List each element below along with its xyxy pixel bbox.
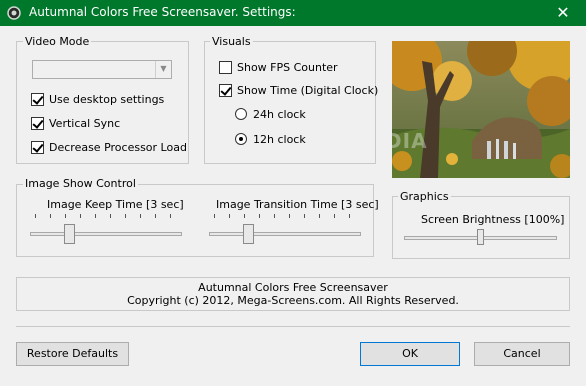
cancel-button[interactable]: Cancel <box>474 342 570 366</box>
use-desktop-settings-label[interactable]: Use desktop settings <box>49 93 164 106</box>
slider-tick <box>65 214 66 218</box>
slider-tick <box>349 214 350 218</box>
image-keep-time-slider[interactable] <box>30 214 182 244</box>
ok-button[interactable]: OK <box>360 342 460 366</box>
image-transition-time-slider[interactable] <box>209 214 361 244</box>
image-show-group-label: Image Show Control <box>23 177 138 190</box>
autumn-scene-picture <box>392 41 570 178</box>
slider-tick <box>35 214 36 218</box>
slider-tick <box>125 214 126 218</box>
slider-track <box>30 232 182 236</box>
slider-tick <box>304 214 305 218</box>
slider-tick <box>140 214 141 218</box>
slider-tick <box>229 214 230 218</box>
softpedia-watermark: SOFTPEDIA <box>392 129 428 153</box>
preview-image: SOFTPEDIA <box>392 41 570 178</box>
slider-thumb[interactable] <box>64 224 75 244</box>
clock-12h-radio[interactable] <box>235 133 247 145</box>
show-time-checkbox[interactable] <box>219 84 232 97</box>
screen-brightness-label: Screen Brightness [100%] <box>421 213 565 226</box>
clock-12h-label[interactable]: 12h clock <box>253 133 306 146</box>
close-icon[interactable]: ✕ <box>540 0 586 26</box>
clock-24h-radio[interactable] <box>235 108 247 120</box>
clock-24h-label[interactable]: 24h clock <box>253 108 306 121</box>
slider-tick <box>244 214 245 218</box>
about-copyright: Copyright (c) 2012, Mega-Screens.com. Al… <box>127 294 459 307</box>
decrease-processor-load-checkbox[interactable] <box>31 141 44 154</box>
show-fps-label[interactable]: Show FPS Counter <box>237 61 338 74</box>
restore-defaults-button[interactable]: Restore Defaults <box>16 342 129 366</box>
slider-tick <box>95 214 96 218</box>
window-title: Autumnal Colors Free Screensaver. Settin… <box>29 5 296 19</box>
video-mode-group-label: Video Mode <box>23 35 92 48</box>
slider-tick <box>110 214 111 218</box>
slider-tick <box>319 214 320 218</box>
slider-tick <box>50 214 51 218</box>
visuals-group-label: Visuals <box>210 35 253 48</box>
vertical-sync-label[interactable]: Vertical Sync <box>49 117 120 130</box>
image-transition-time-label: Image Transition Time [3 sec] <box>216 198 379 211</box>
title-bar: Autumnal Colors Free Screensaver. Settin… <box>0 0 586 26</box>
divider <box>16 326 570 327</box>
slider-thumb[interactable] <box>477 229 484 245</box>
screensaver-gear-icon <box>7 6 21 20</box>
slider-tick <box>170 214 171 218</box>
image-keep-time-label: Image Keep Time [3 sec] <box>47 198 184 211</box>
video-mode-dropdown[interactable]: ▼ <box>32 60 172 79</box>
slider-tick <box>289 214 290 218</box>
slider-tick <box>80 214 81 218</box>
slider-track <box>209 232 361 236</box>
use-desktop-settings-checkbox[interactable] <box>31 93 44 106</box>
slider-tick <box>259 214 260 218</box>
slider-tick <box>155 214 156 218</box>
show-fps-checkbox[interactable] <box>219 61 232 74</box>
about-info-box: Autumnal Colors Free Screensaver Copyrig… <box>16 277 570 311</box>
slider-tick <box>274 214 275 218</box>
slider-tick <box>214 214 215 218</box>
slider-tick <box>334 214 335 218</box>
chevron-down-icon: ▼ <box>155 61 171 78</box>
graphics-group-label: Graphics <box>398 190 451 203</box>
show-time-label[interactable]: Show Time (Digital Clock) <box>237 84 378 97</box>
vertical-sync-checkbox[interactable] <box>31 117 44 130</box>
decrease-processor-load-label[interactable]: Decrease Processor Load <box>49 141 187 154</box>
screen-brightness-slider[interactable] <box>404 228 557 250</box>
about-title: Autumnal Colors Free Screensaver <box>198 281 388 294</box>
slider-thumb[interactable] <box>243 224 254 244</box>
